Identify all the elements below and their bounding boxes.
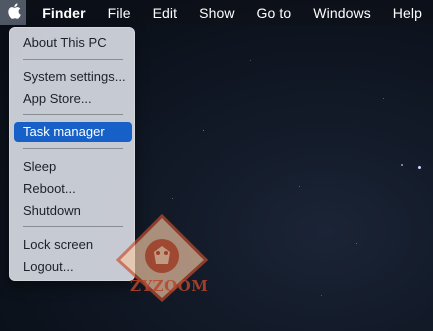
menubar-item-show[interactable]: Show: [188, 5, 245, 21]
apple-menu-button[interactable]: [0, 0, 27, 25]
menubar-item-file[interactable]: File: [97, 5, 142, 21]
menu-item-reboot[interactable]: Reboot...: [14, 179, 132, 199]
menu-item-about-this-pc[interactable]: About This PC: [14, 33, 132, 53]
menubar-item-finder[interactable]: Finder: [26, 5, 96, 21]
menu-bar: Finder File Edit Show Go to Windows Help: [0, 0, 433, 25]
star: [172, 198, 173, 199]
menu-separator: [23, 226, 123, 227]
menu-separator: [23, 148, 123, 149]
menubar-item-help[interactable]: Help: [382, 5, 433, 21]
star: [356, 243, 357, 244]
menu-item-app-store[interactable]: App Store...: [14, 89, 132, 109]
star: [383, 98, 384, 99]
star: [250, 60, 251, 61]
menu-separator: [23, 114, 123, 115]
star: [299, 186, 300, 187]
star: [418, 166, 421, 169]
menubar-item-edit[interactable]: Edit: [142, 5, 189, 21]
menubar-item-windows[interactable]: Windows: [302, 5, 382, 21]
menubar-item-go-to[interactable]: Go to: [246, 5, 303, 21]
apple-logo-icon: [7, 3, 21, 22]
star: [203, 130, 204, 131]
star: [401, 164, 403, 166]
star: [321, 295, 322, 296]
menu-separator: [23, 59, 123, 60]
menu-item-task-manager[interactable]: Task manager: [14, 122, 132, 142]
menu-item-sleep[interactable]: Sleep: [14, 157, 132, 177]
menu-item-system-settings[interactable]: System settings...: [14, 67, 132, 87]
watermark-text: ZYZOOM: [130, 277, 209, 295]
